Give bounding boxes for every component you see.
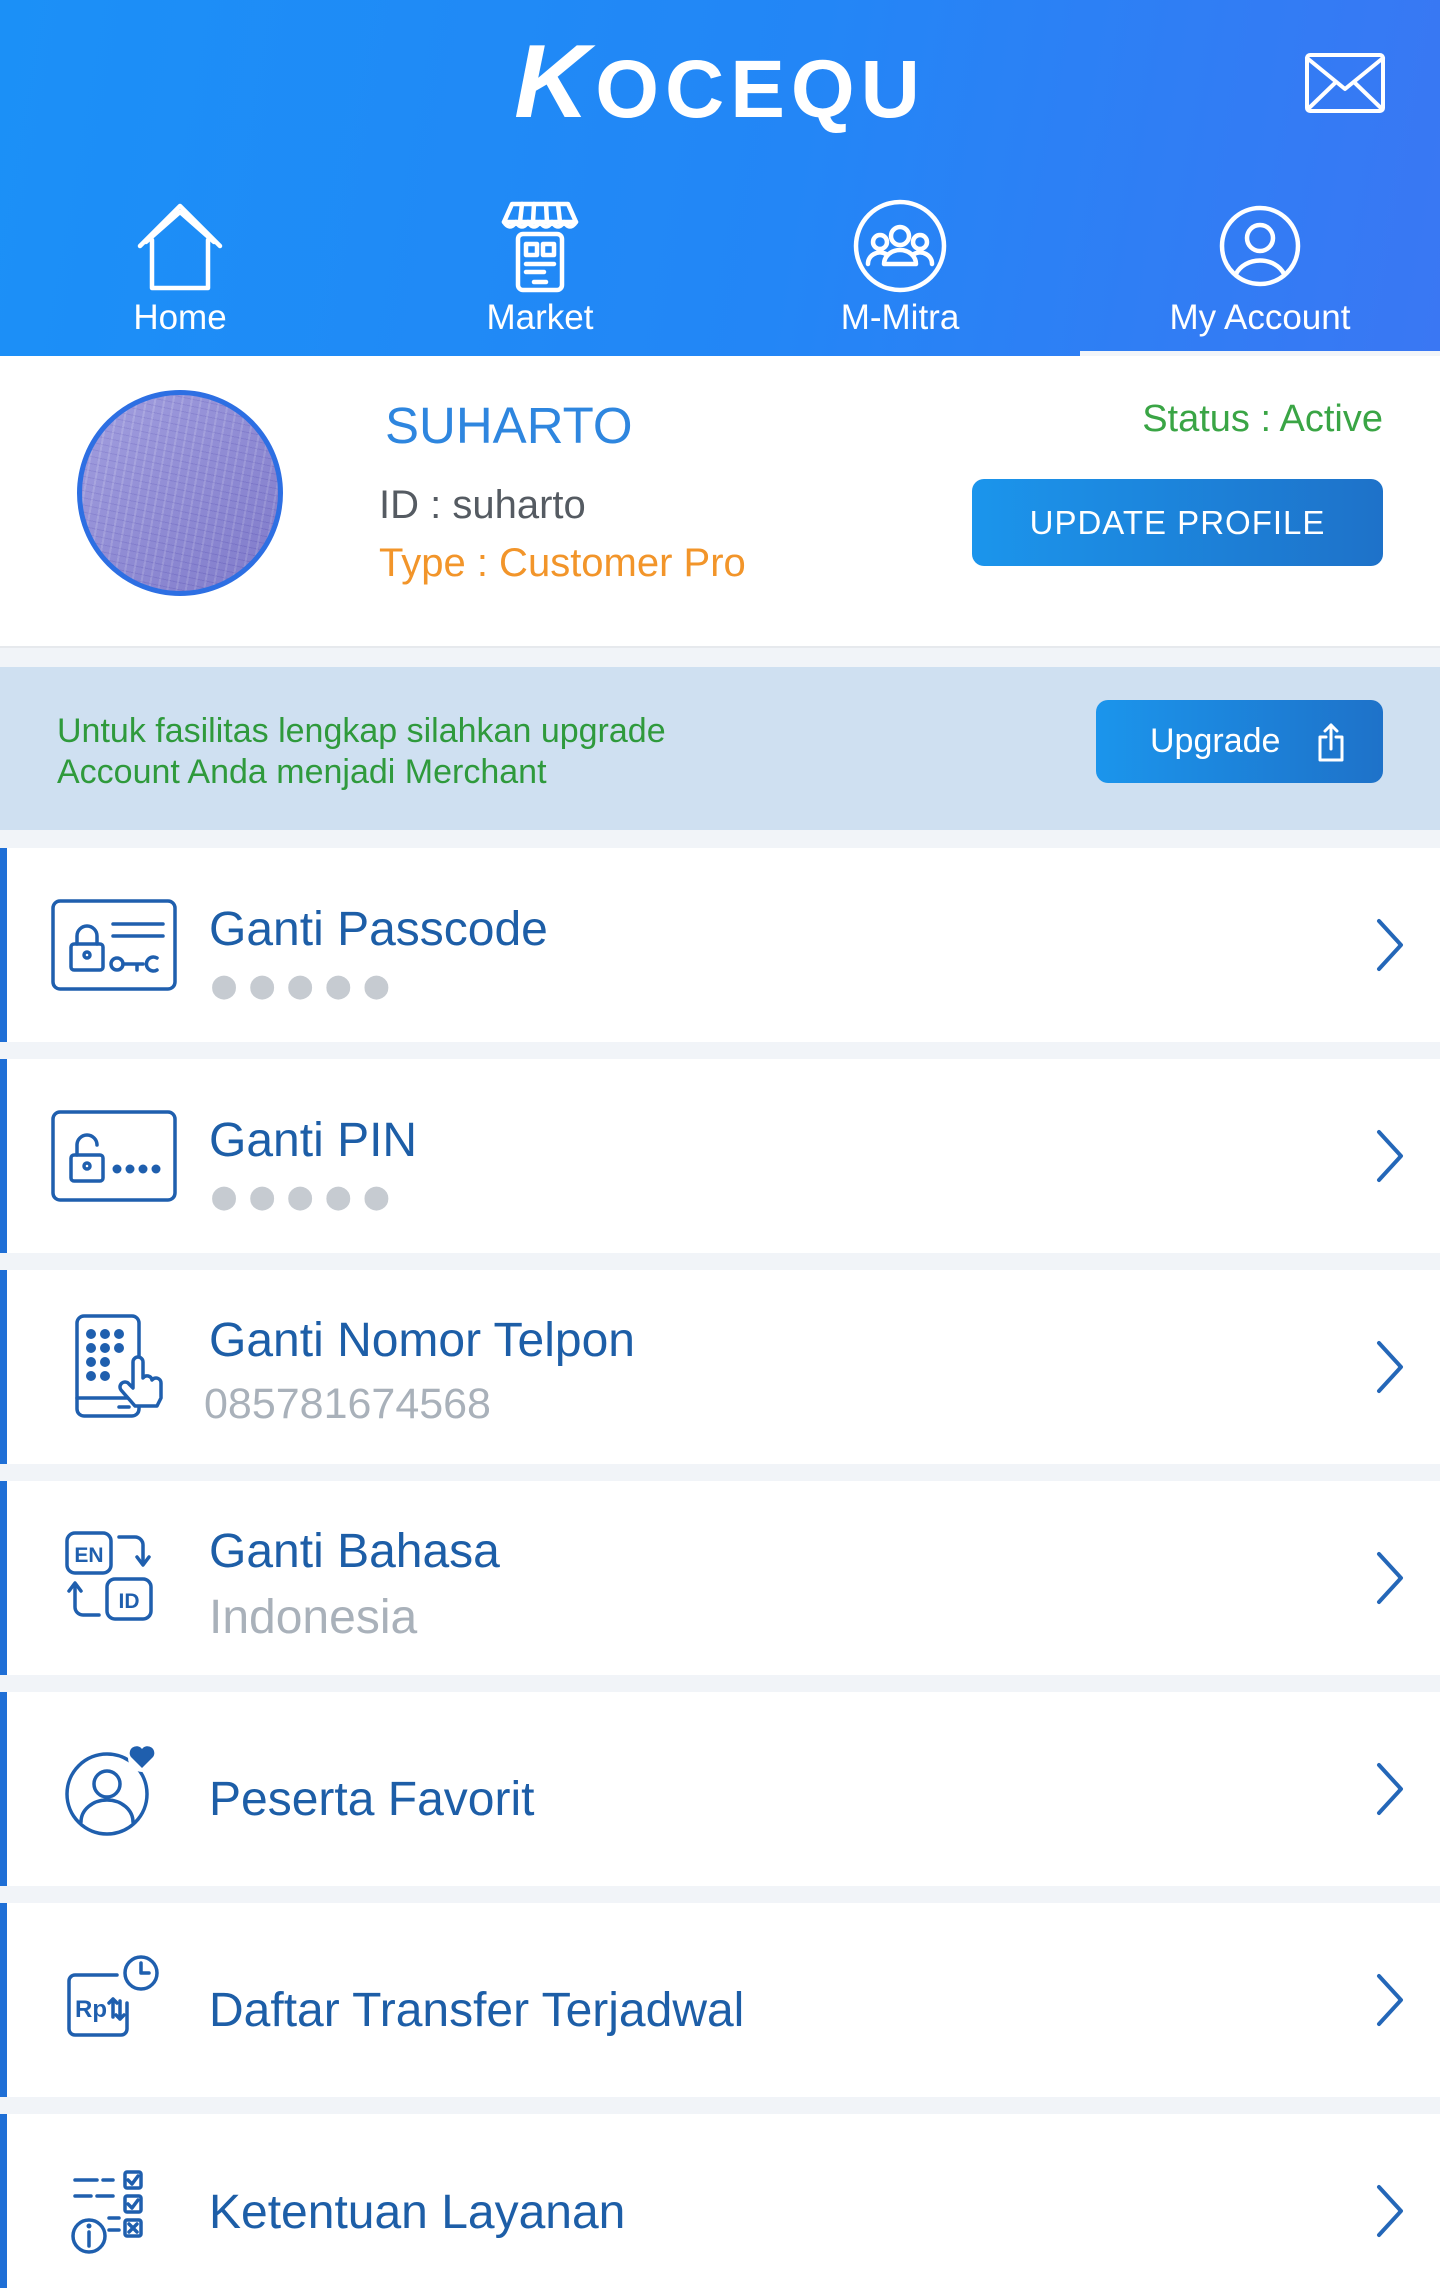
menu-item-title: Ganti Passcode [209, 903, 548, 956]
masked-pin: ●●●●● [212, 1173, 403, 1219]
menu-item-peserta-favorit[interactable]: Peserta Favorit [0, 1692, 1440, 1886]
terms-icon [71, 2170, 143, 2254]
language-icon-en: EN [74, 1544, 103, 1567]
mail-icon [1305, 53, 1385, 113]
profile-id: ID : suharto [379, 483, 586, 527]
phone-keypad-icon [75, 1314, 163, 1418]
language-value: Indonesia [209, 1591, 418, 1644]
pin-icon [51, 1110, 177, 1202]
menu-item-ganti-bahasa[interactable]: EN ID Ganti Bahasa Indonesia [0, 1481, 1440, 1675]
chevron-right-icon[interactable] [1367, 915, 1411, 975]
language-icon-id: ID [119, 1590, 140, 1613]
chevron-right-icon[interactable] [1367, 1126, 1411, 1186]
account-menu: Ganti Passcode ●●●●● Ganti PIN ●●●●● Gan… [0, 848, 1440, 2288]
status-badge: Status : Active [1142, 398, 1383, 440]
update-profile-button[interactable]: UPDATE PROFILE [972, 479, 1383, 566]
share-icon [1318, 723, 1344, 762]
menu-item-ketentuan-layanan[interactable]: Ketentuan Layanan [0, 2114, 1440, 2288]
menu-item-title: Daftar Transfer Terjadwal [209, 1984, 745, 2037]
app-header: KOCEQU Home Market M-Mitra My Account [0, 0, 1440, 356]
mail-button[interactable] [1304, 52, 1386, 114]
tab-m-mitra[interactable]: M-Mitra [720, 190, 1080, 356]
tab-market[interactable]: Market [360, 190, 720, 356]
account-icon [1219, 205, 1301, 287]
upgrade-button[interactable]: Upgrade [1096, 700, 1383, 783]
upgrade-message-line-2: Account Anda menjadi Merchant [57, 753, 547, 791]
tab-label-market: Market [486, 298, 594, 337]
tab-label-home: Home [133, 298, 227, 337]
profile-name: SUHARTO [385, 397, 633, 454]
group-icon [853, 199, 947, 293]
scheduled-transfer-icon: Rp [67, 1955, 159, 2037]
avatar[interactable] [77, 390, 283, 596]
upgrade-button-label: Upgrade [1150, 722, 1281, 760]
home-icon [137, 203, 223, 291]
phone-number-value: 085781674568 [204, 1380, 491, 1428]
masked-passcode: ●●●●● [212, 962, 403, 1008]
passcode-icon [51, 899, 177, 991]
favorite-user-icon [65, 1744, 156, 1836]
upgrade-banner: Untuk fasilitas lengkap silahkan upgrade… [0, 667, 1440, 830]
menu-item-ganti-pin[interactable]: Ganti PIN ●●●●● [0, 1059, 1440, 1253]
language-icon: EN ID [65, 1531, 153, 1621]
chevron-right-icon[interactable] [1367, 1970, 1411, 2030]
chevron-right-icon[interactable] [1367, 1759, 1411, 1819]
chevron-right-icon[interactable] [1367, 1548, 1411, 1608]
menu-item-title: Ketentuan Layanan [209, 2186, 626, 2239]
menu-item-title: Ganti PIN [209, 1114, 418, 1167]
menu-item-ganti-nomor-telpon[interactable]: Ganti Nomor Telpon 085781674568 [0, 1270, 1440, 1464]
menu-item-daftar-transfer-terjadwal[interactable]: Rp Daftar Transfer Terjadwal [0, 1903, 1440, 2097]
tab-label-my-account: My Account [1169, 298, 1351, 337]
market-icon [501, 201, 579, 293]
profile-section: SUHARTO ID : suharto Type : Customer Pro… [0, 356, 1440, 648]
app-logo: KOCEQU [514, 24, 926, 140]
logo-area: KOCEQU [0, 22, 1440, 142]
chevron-right-icon[interactable] [1367, 2181, 1411, 2241]
rp-label: Rp [75, 1996, 107, 2023]
chevron-right-icon[interactable] [1367, 1337, 1411, 1397]
upgrade-message: Untuk fasilitas lengkap silahkan upgrade… [57, 711, 666, 793]
menu-item-title: Ganti Nomor Telpon [209, 1314, 635, 1367]
tab-my-account[interactable]: My Account [1080, 190, 1440, 356]
menu-item-title: Ganti Bahasa [209, 1525, 500, 1578]
tab-home[interactable]: Home [0, 190, 360, 356]
upgrade-message-line-1: Untuk fasilitas lengkap silahkan upgrade [57, 712, 666, 750]
menu-item-title: Peserta Favorit [209, 1773, 535, 1826]
profile-type: Type : Customer Pro [379, 541, 746, 585]
menu-item-ganti-passcode[interactable]: Ganti Passcode ●●●●● [0, 848, 1440, 1042]
tab-label-m-mitra: M-Mitra [840, 298, 960, 337]
